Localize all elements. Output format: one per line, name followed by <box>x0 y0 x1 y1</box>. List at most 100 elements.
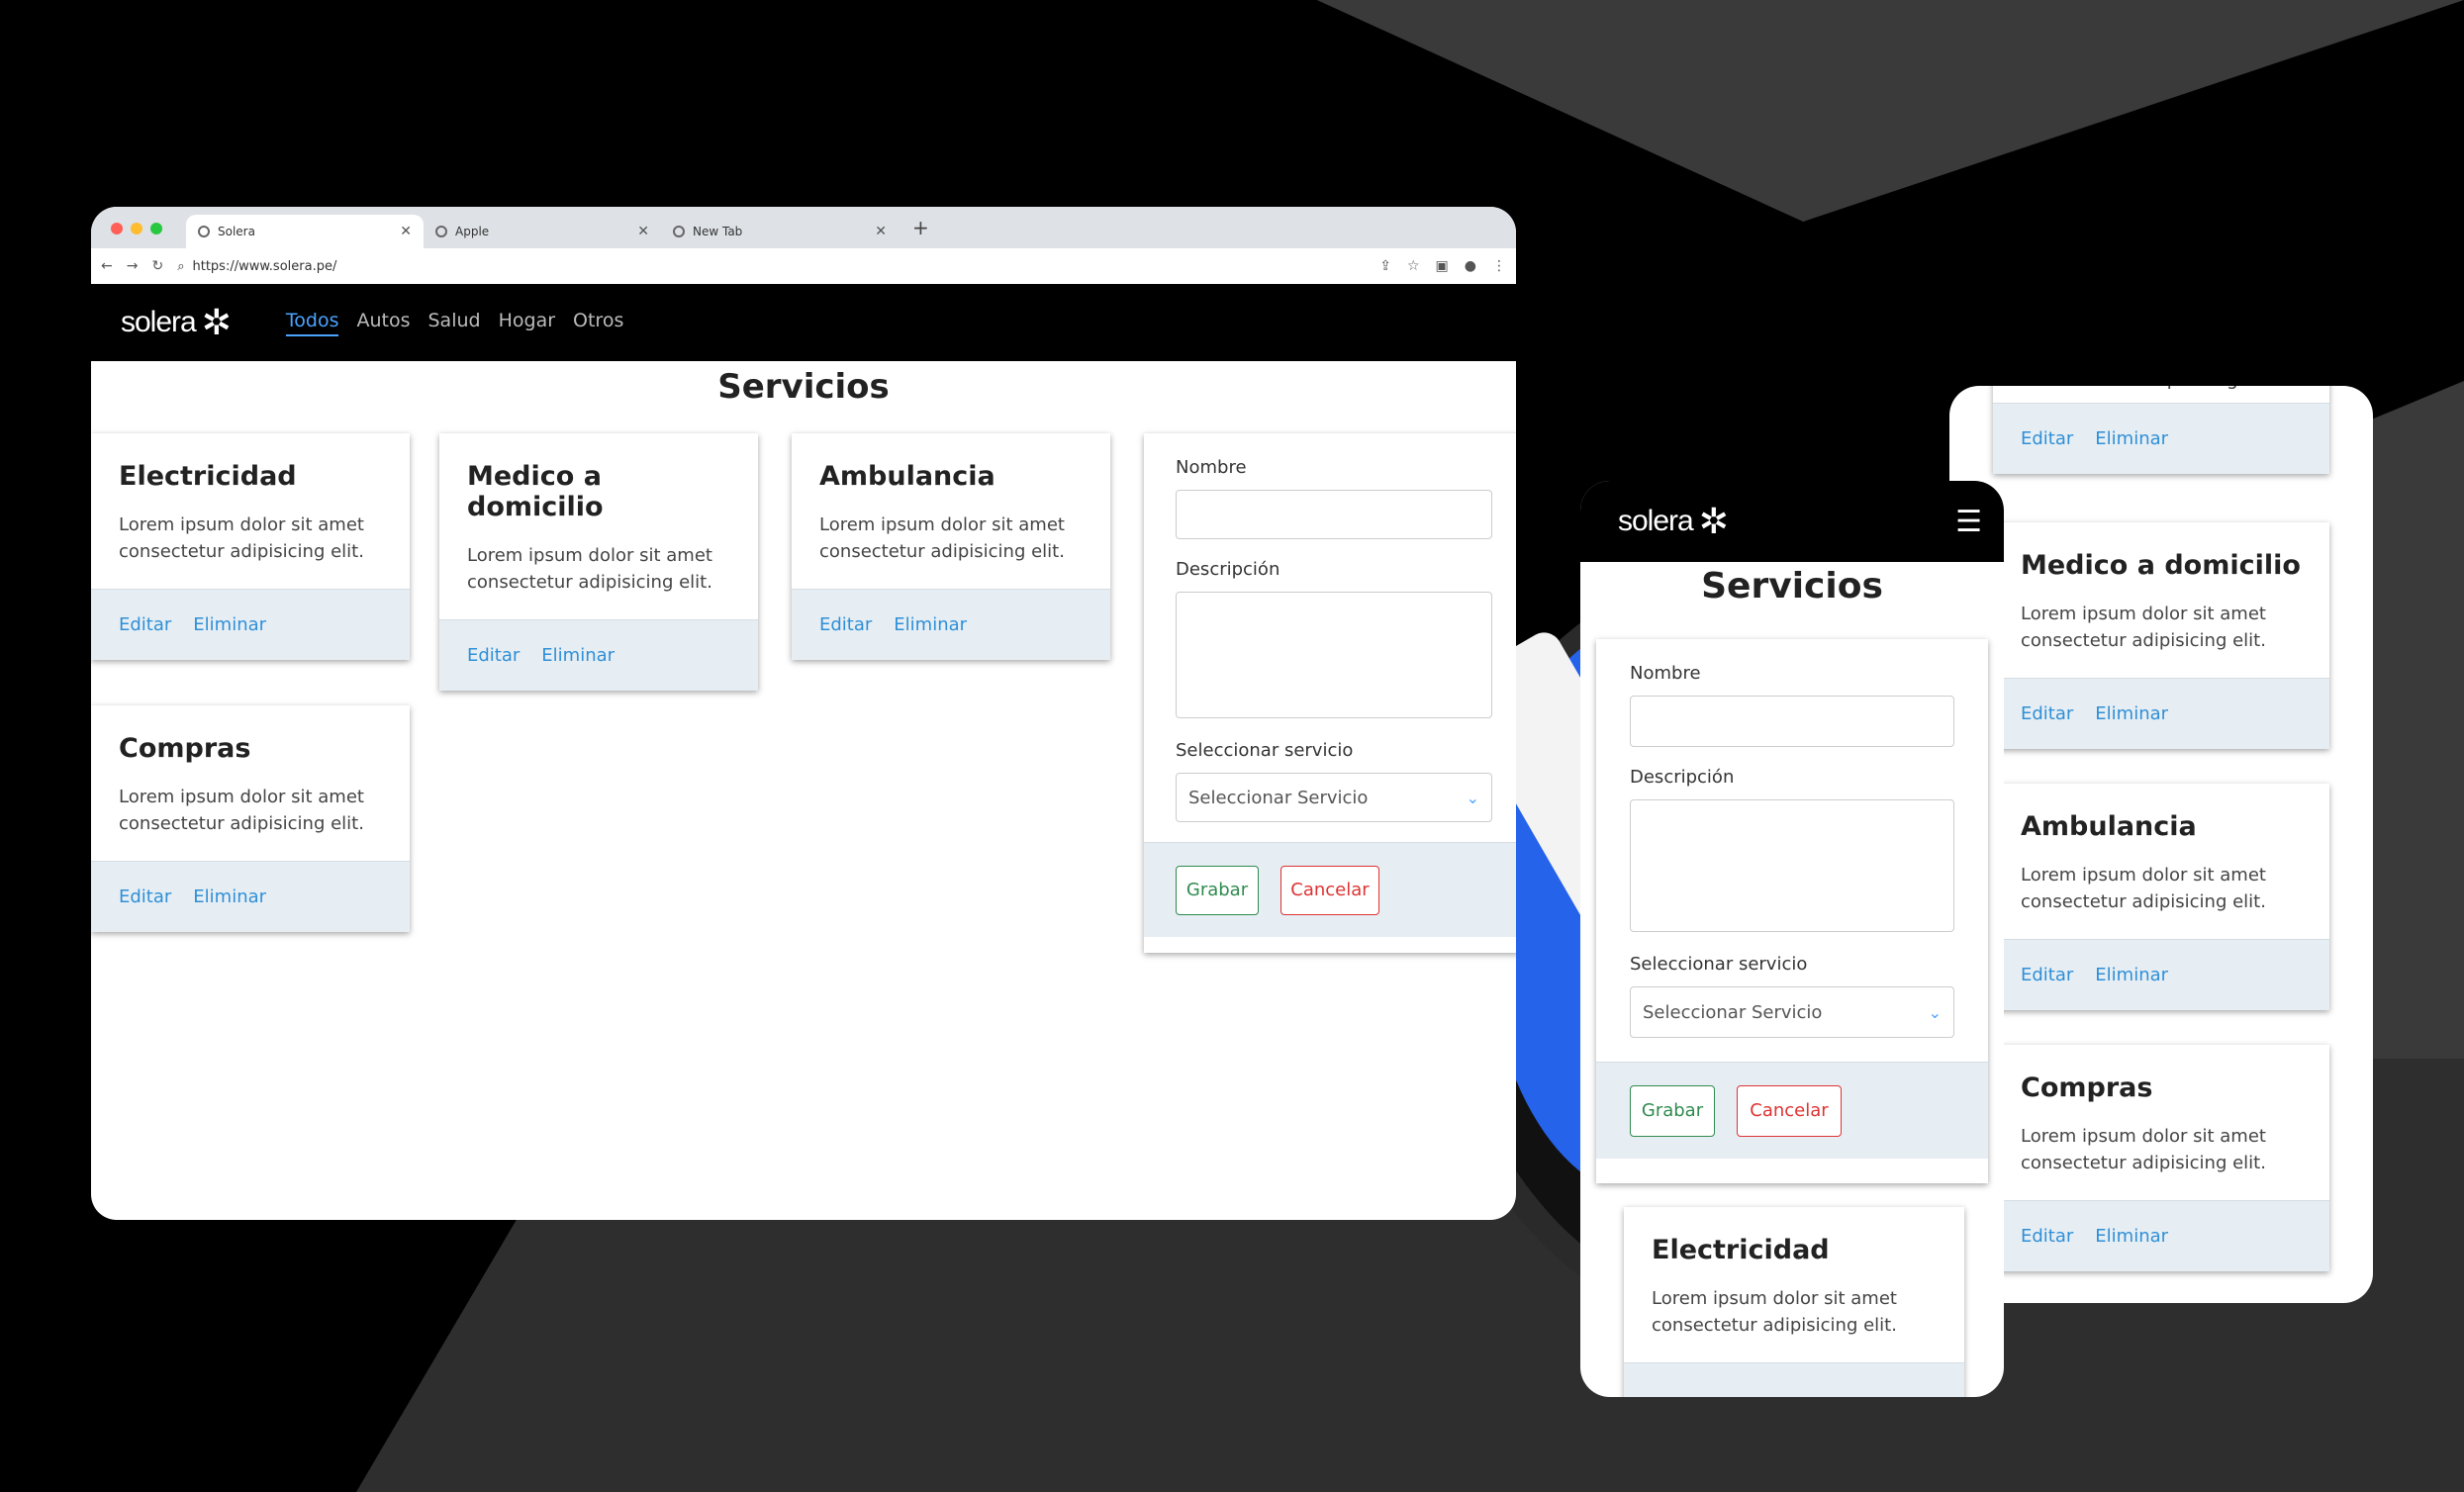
select-label: Seleccionar servicio <box>1630 954 1808 975</box>
cancel-button[interactable]: Cancelar <box>1737 1084 1842 1137</box>
nav-links: Todos Autos Salud Hogar Otros <box>285 310 623 336</box>
card-title: Ambulancia <box>819 461 995 492</box>
chevron-down-icon: ⌄ <box>1466 788 1479 807</box>
tablet-view: consectetur adipisicing elit. Editar Eli… <box>1949 386 2373 1303</box>
edit-link[interactable]: Editar <box>119 614 171 635</box>
nav-link-todos[interactable]: Todos <box>285 310 339 336</box>
save-button[interactable]: Grabar <box>1176 865 1259 915</box>
cancel-button[interactable]: Cancelar <box>1280 865 1379 915</box>
delete-link[interactable]: Eliminar <box>894 614 967 635</box>
chevron-down-icon: ⌄ <box>1928 1002 1942 1022</box>
address-bar-row: ← → ↻ ⌕ https://www.solera.pe/ ⇪ ☆ ▣ ● ⋮ <box>91 248 1516 284</box>
back-arrow-icon[interactable]: ← <box>101 258 113 274</box>
edit-link[interactable]: Editar <box>467 645 520 666</box>
mobile-view: solera ✲ ☰ Servicios Nombre Descripción … <box>1580 481 2004 1397</box>
close-icon[interactable]: ✕ <box>875 224 887 239</box>
select-value: Seleccionar Servicio <box>1188 787 1369 808</box>
card-footer: Editar Eliminar <box>91 589 410 660</box>
forward-arrow-icon[interactable]: → <box>127 258 139 274</box>
description-label: Descripción <box>1630 767 1735 788</box>
maximize-window-button[interactable] <box>150 223 162 234</box>
card-description: Lorem ipsum dolor sit amet consectetur a… <box>119 787 364 834</box>
service-select[interactable]: Seleccionar Servicio ⌄ <box>1176 773 1492 822</box>
globe-icon <box>198 226 210 237</box>
nav-link-salud[interactable]: Salud <box>428 310 481 336</box>
delete-link[interactable]: Eliminar <box>193 614 266 635</box>
page-title: Servicios <box>717 367 890 407</box>
solera-logo[interactable]: solera ✲ <box>121 302 232 343</box>
card-footer: Editar Eliminar <box>1993 403 2329 474</box>
service-card-electricidad: Electricidad Lorem ipsum dolor sit amet … <box>1624 1207 1964 1397</box>
url-field[interactable]: ⌕ https://www.solera.pe/ <box>177 253 1367 279</box>
nav-link-hogar[interactable]: Hogar <box>499 310 555 336</box>
service-card-electricidad: Electricidad Lorem ipsum dolor sit amet … <box>91 433 410 660</box>
tab-new-tab[interactable]: New Tab ✕ <box>661 215 899 248</box>
tab-apple[interactable]: Apple ✕ <box>424 215 661 248</box>
service-card-compras: Compras Lorem ipsum dolor sit amet conse… <box>1993 1045 2329 1271</box>
edit-link[interactable]: Editar <box>2021 428 2073 449</box>
search-icon: ⌕ <box>177 258 185 274</box>
description-label: Descripción <box>1176 559 1280 580</box>
delete-link[interactable]: Eliminar <box>2095 428 2168 449</box>
url-text: https://www.solera.pe/ <box>192 258 337 274</box>
browser-actions: ⇪ ☆ ▣ ● ⋮ <box>1379 258 1506 274</box>
card-description: Lorem ipsum dolor sit amet consectetur a… <box>2021 865 2266 912</box>
window-controls <box>111 223 162 234</box>
tab-strip: Solera ✕ Apple ✕ New Tab ✕ + <box>91 207 1516 248</box>
close-window-button[interactable] <box>111 223 123 234</box>
tab-solera[interactable]: Solera ✕ <box>186 215 424 248</box>
service-card-compras: Compras Lorem ipsum dolor sit amet conse… <box>91 705 410 932</box>
edit-link[interactable]: Editar <box>119 886 171 907</box>
logo-star-icon: ✲ <box>201 302 232 342</box>
description-textarea[interactable] <box>1630 799 1954 932</box>
close-icon[interactable]: ✕ <box>637 224 649 239</box>
card-title: Medico a domicilio <box>467 461 604 522</box>
card-title: Medico a domicilio <box>2021 550 2301 581</box>
delete-link[interactable]: Eliminar <box>541 645 615 666</box>
logo-text: solera <box>1618 505 1694 537</box>
name-input[interactable] <box>1176 490 1492 539</box>
delete-link[interactable]: Eliminar <box>2095 1226 2168 1247</box>
edit-link[interactable]: Editar <box>2021 703 2073 724</box>
service-select[interactable]: Seleccionar Servicio ⌄ <box>1630 986 1954 1038</box>
logo-star-icon: ✲ <box>1698 501 1729 541</box>
minimize-window-button[interactable] <box>131 223 142 234</box>
card-title: Ambulancia <box>2021 811 2197 842</box>
logo-text: solera <box>121 306 197 338</box>
name-label: Nombre <box>1630 663 1701 684</box>
hamburger-menu-icon[interactable]: ☰ <box>1955 505 1982 539</box>
desktop-browser-window: Solera ✕ Apple ✕ New Tab ✕ + ← → ↻ ⌕ htt… <box>91 207 1516 1220</box>
tab-label: Solera <box>218 225 255 238</box>
site-navbar: solera ✲ Todos Autos Salud Hogar Otros <box>91 284 1516 361</box>
nav-link-otros[interactable]: Otros <box>573 310 623 336</box>
edit-link[interactable]: Editar <box>2021 965 2073 985</box>
service-card-medico: Medico a domicilio Lorem ipsum dolor sit… <box>439 433 758 691</box>
delete-link[interactable]: Eliminar <box>2095 703 2168 724</box>
delete-link[interactable]: Eliminar <box>193 886 266 907</box>
close-icon[interactable]: ✕ <box>400 224 412 239</box>
new-tab-plus-icon[interactable]: + <box>899 216 943 239</box>
name-input[interactable] <box>1630 696 1954 747</box>
select-value: Seleccionar Servicio <box>1643 1001 1823 1023</box>
card-footer: Editar Eliminar <box>1993 939 2329 1010</box>
bookmark-star-icon[interactable]: ☆ <box>1407 258 1420 274</box>
card-description: Lorem ipsum dolor sit amet consectetur a… <box>819 514 1065 562</box>
solera-logo[interactable]: solera ✲ <box>1618 501 1729 542</box>
service-form: Nombre Descripción Seleccionar servicio … <box>1144 433 1516 953</box>
kebab-menu-icon[interactable]: ⋮ <box>1492 258 1506 274</box>
service-card-ambulancia: Ambulancia Lorem ipsum dolor sit amet co… <box>792 433 1110 660</box>
save-button[interactable]: Grabar <box>1630 1084 1715 1137</box>
sidebar-icon[interactable]: ▣ <box>1436 258 1449 274</box>
globe-icon <box>435 226 447 237</box>
profile-icon[interactable]: ● <box>1465 258 1476 274</box>
mobile-navbar: solera ✲ ☰ <box>1580 481 2004 562</box>
edit-link[interactable]: Editar <box>2021 1226 2073 1247</box>
share-icon[interactable]: ⇪ <box>1379 258 1391 274</box>
card-description: Lorem ipsum dolor sit amet consectetur a… <box>119 514 364 562</box>
card-description: Lorem ipsum dolor sit amet consectetur a… <box>1652 1288 1897 1336</box>
edit-link[interactable]: Editar <box>819 614 872 635</box>
description-textarea[interactable] <box>1176 592 1492 718</box>
delete-link[interactable]: Eliminar <box>2095 965 2168 985</box>
nav-link-autos[interactable]: Autos <box>356 310 410 336</box>
reload-icon[interactable]: ↻ <box>151 258 163 274</box>
